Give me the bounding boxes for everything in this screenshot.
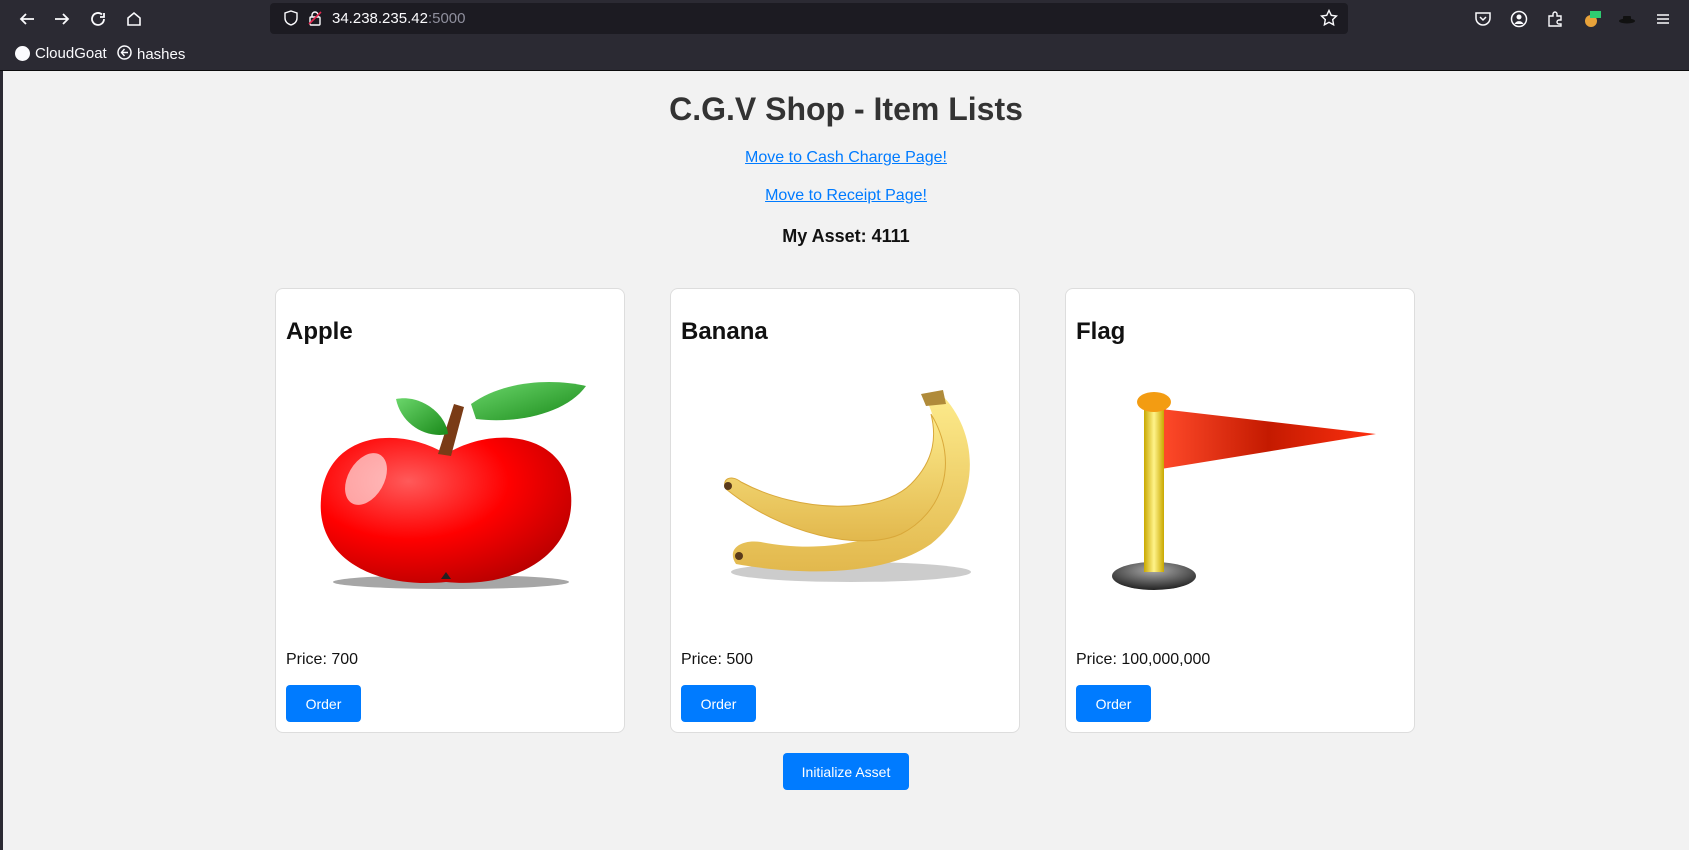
- bookmark-label: CloudGoat: [35, 45, 107, 62]
- item-price: Price: 700: [286, 651, 359, 668]
- bookmark-cloudgoat[interactable]: CloudGoat: [15, 45, 107, 62]
- hat-extension-icon[interactable]: [1614, 6, 1640, 32]
- back-icon[interactable]: [14, 6, 40, 32]
- bookmark-label: hashes: [137, 46, 186, 63]
- order-button-flag[interactable]: Order: [1076, 685, 1151, 722]
- pocket-icon[interactable]: [1470, 6, 1496, 32]
- cash-charge-link[interactable]: Move to Cash Charge Page!: [745, 149, 947, 166]
- page-title: C.G.V Shop - Item Lists: [669, 91, 1023, 127]
- page-viewport: C.G.V Shop - Item Lists Move to Cash Cha…: [3, 71, 1689, 850]
- browser-toolbar: 34.238.235.42:5000: [0, 0, 1689, 37]
- item-card-banana: Banana Price: 500 Order: [670, 288, 1020, 733]
- home-icon[interactable]: [121, 6, 147, 32]
- shield-icon[interactable]: [283, 10, 299, 30]
- banana-image: [681, 374, 1009, 614]
- account-icon[interactable]: [1506, 6, 1532, 32]
- receipt-link-row: Move to Receipt Page!: [3, 187, 1689, 205]
- apple-image: [286, 374, 614, 614]
- item-name: Flag: [1076, 318, 1126, 345]
- asset-text: My Asset: 4111: [782, 226, 910, 246]
- item-card-apple: Apple Price: 700 Order: [275, 288, 625, 733]
- receipt-link[interactable]: Move to Receipt Page!: [765, 187, 927, 204]
- item-price: Price: 500: [681, 651, 754, 668]
- order-button-banana[interactable]: Order: [681, 685, 756, 722]
- cash-charge-link-row: Move to Cash Charge Page!: [3, 149, 1689, 167]
- forward-icon[interactable]: [49, 6, 75, 32]
- url-bar[interactable]: 34.238.235.42:5000: [270, 3, 1348, 34]
- bookmark-hashes[interactable]: hashes: [117, 45, 185, 64]
- hashes-icon: [117, 45, 132, 64]
- item-card-flag: Flag Price: 100,000,000 Order: [1065, 288, 1415, 733]
- reload-icon[interactable]: [85, 6, 111, 32]
- order-button-apple[interactable]: Order: [286, 685, 361, 722]
- url-port: :5000: [427, 10, 466, 27]
- github-icon: [15, 46, 30, 61]
- star-icon[interactable]: [1319, 8, 1339, 31]
- bookmarks-bar: CloudGoat hashes: [0, 37, 1689, 71]
- extensions-icon[interactable]: [1542, 6, 1568, 32]
- item-name: Banana: [681, 318, 768, 345]
- item-price: Price: 100,000,000: [1076, 651, 1211, 668]
- lock-icon[interactable]: [307, 10, 323, 30]
- url-host: 34.238.235.42: [332, 10, 428, 27]
- menu-icon[interactable]: [1650, 6, 1676, 32]
- proxy-extension-icon[interactable]: [1578, 6, 1604, 32]
- url-text: 34.238.235.42:5000: [332, 10, 465, 27]
- item-name: Apple: [286, 318, 353, 345]
- initialize-asset-button[interactable]: Initialize Asset: [783, 753, 909, 790]
- flag-image: [1076, 374, 1404, 614]
